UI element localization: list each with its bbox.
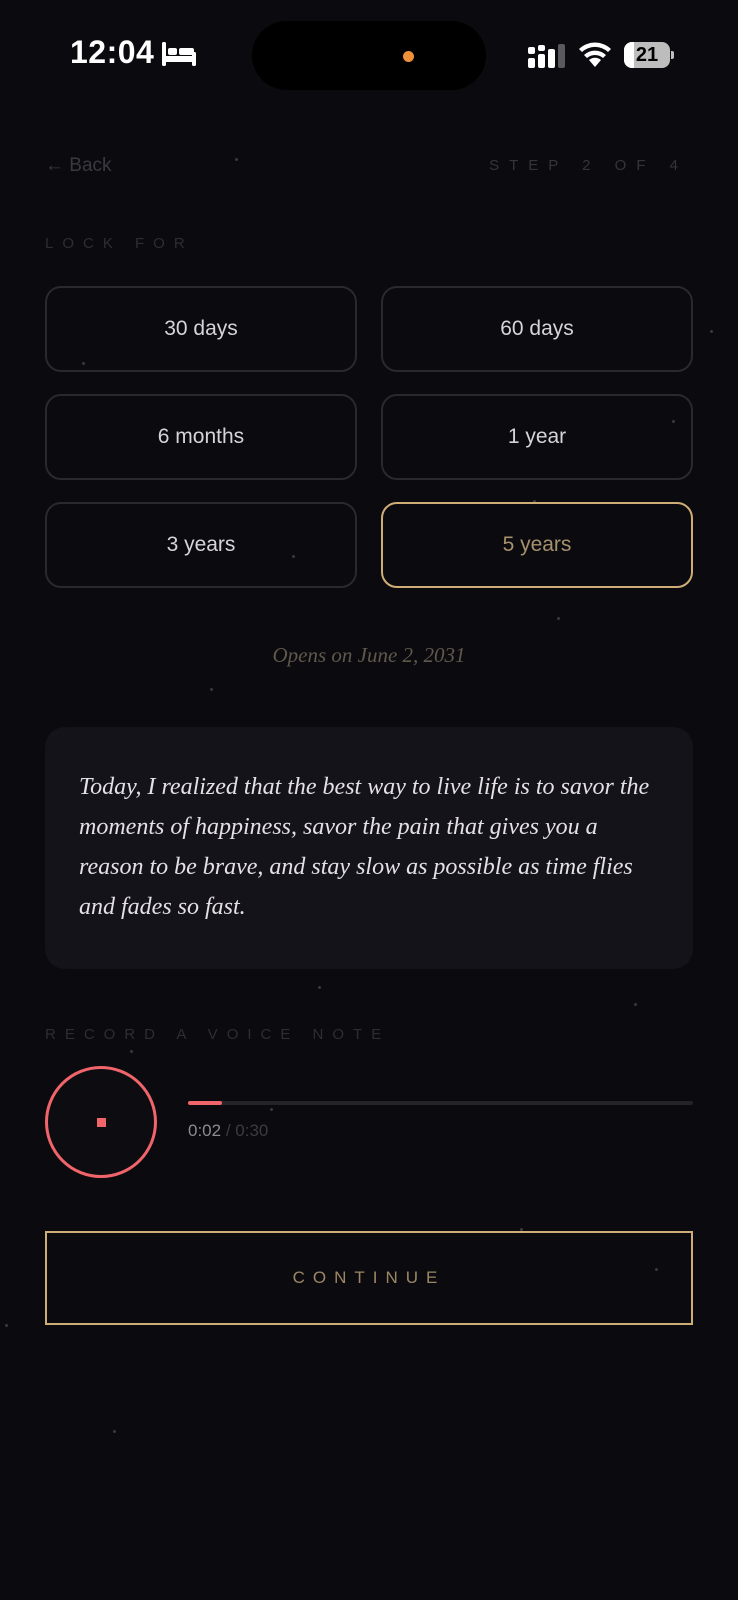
lock-option-6-months[interactable]: 6 months bbox=[45, 394, 357, 480]
dynamic-island bbox=[252, 21, 486, 90]
star-speck bbox=[5, 1324, 8, 1327]
recording-progress-track bbox=[188, 1101, 693, 1105]
star-speck bbox=[318, 986, 321, 989]
back-button[interactable]: ← Back bbox=[45, 155, 112, 177]
cellular-signal-icon bbox=[528, 44, 565, 68]
privacy-indicator-dot bbox=[403, 51, 414, 62]
lock-option-30-days[interactable]: 30 days bbox=[45, 286, 357, 372]
lock-for-label: LOCK FOR bbox=[45, 235, 194, 252]
recording-elapsed: 0:02 bbox=[188, 1121, 222, 1140]
lock-duration-screen: 12:04 21 ← Back STEP 2 OF 4 LOCK FOR 30 … bbox=[0, 0, 738, 1600]
star-speck bbox=[710, 330, 713, 333]
battery-cap bbox=[671, 51, 674, 59]
star-speck bbox=[113, 1430, 116, 1433]
recording-total: 0:30 bbox=[235, 1121, 269, 1140]
record-stop-button[interactable] bbox=[45, 1066, 157, 1178]
star-speck bbox=[210, 688, 213, 691]
lock-option-5-years[interactable]: 5 years bbox=[381, 502, 693, 588]
lock-option-3-years[interactable]: 3 years bbox=[45, 502, 357, 588]
recording-progress-fill bbox=[188, 1101, 222, 1105]
battery-percent: 21 bbox=[635, 44, 659, 66]
opens-on-date: Opens on June 2, 2031 bbox=[272, 643, 466, 667]
battery-indicator: 21 bbox=[624, 42, 674, 68]
note-text: Today, I realized that the best way to l… bbox=[79, 774, 650, 920]
record-voice-note-label: RECORD A VOICE NOTE bbox=[45, 1026, 391, 1043]
recording-time-separator: / bbox=[221, 1121, 236, 1140]
star-speck bbox=[557, 617, 560, 620]
step-indicator: STEP 2 OF 4 bbox=[489, 157, 688, 174]
lock-option-60-days[interactable]: 60 days bbox=[381, 286, 693, 372]
sleep-bed-icon bbox=[162, 42, 196, 66]
star-speck bbox=[235, 158, 238, 161]
recording-time: 0:02 / 0:30 bbox=[188, 1121, 268, 1141]
lock-option-1-year[interactable]: 1 year bbox=[381, 394, 693, 480]
status-bar: 12:04 21 bbox=[0, 0, 738, 100]
note-preview-card: Today, I realized that the best way to l… bbox=[45, 727, 693, 969]
star-speck bbox=[634, 1003, 637, 1006]
wifi-icon bbox=[579, 42, 611, 67]
continue-button[interactable]: CONTINUE bbox=[45, 1231, 693, 1325]
star-speck bbox=[270, 1108, 273, 1111]
status-time: 12:04 bbox=[70, 34, 155, 70]
star-speck bbox=[130, 1050, 133, 1053]
stop-icon bbox=[96, 1117, 106, 1127]
